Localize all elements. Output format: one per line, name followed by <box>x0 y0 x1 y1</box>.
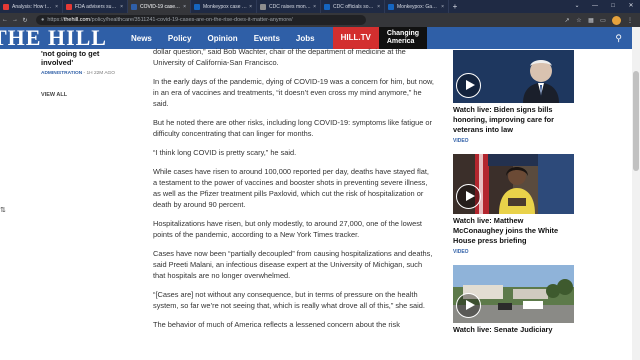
browser-tab[interactable]: CDC raises monkeypox ale× <box>257 0 321 13</box>
story-category[interactable]: ADMINISTRATION <box>41 71 82 76</box>
article-paragraph: The behavior of much of America reflects… <box>153 320 400 329</box>
tab-favicon-icon <box>260 3 266 10</box>
tab-close-icon[interactable]: × <box>247 4 252 10</box>
latest-story-meta: ADMINISTRATION - 1H 22M AGO <box>41 71 141 76</box>
article-paragraph: In the early days of the pandemic, dying… <box>153 77 434 108</box>
lock-icon: ● <box>41 17 45 23</box>
url-prefix: https:// <box>47 17 64 23</box>
nav-news[interactable]: News <box>131 34 152 43</box>
nav-jobs[interactable]: Jobs <box>296 34 315 43</box>
site-logo[interactable]: THE HILL <box>0 27 107 49</box>
share-icon[interactable]: ↗ <box>561 17 573 24</box>
new-tab-button[interactable]: + <box>449 0 461 13</box>
nav-opinion[interactable]: Opinion <box>207 34 237 43</box>
bookmark-star-icon[interactable]: ☆ <box>573 17 585 24</box>
video-tag: VIDEO <box>453 249 469 255</box>
profile-avatar[interactable] <box>612 15 621 25</box>
play-icon[interactable] <box>456 293 481 318</box>
latest-news-column: 'not going to get involved' ADMINISTRATI… <box>41 49 141 98</box>
browser-toolbar-right: ↗ ☆ ▦ ▭ ⋮ <box>561 15 640 25</box>
tab-close-icon[interactable]: × <box>375 4 380 10</box>
browser-tab[interactable]: FDA advisers support Mode× <box>63 0 128 13</box>
tab-favicon-icon <box>194 3 200 10</box>
reload-icon[interactable]: ↻ <box>20 17 30 24</box>
article-paragraph: Hospitalizations have risen, but only mo… <box>153 219 422 239</box>
tab-label: COVID-19 cases are on th <box>140 3 181 10</box>
page-scrollbar[interactable] <box>632 27 640 360</box>
article-paragraph: dollar question,” said Bob Wachter, chai… <box>153 47 406 67</box>
search-icon[interactable]: ⚲ <box>615 33 622 44</box>
video-card[interactable]: Watch live: Matthew McConaughey joins th… <box>453 154 574 255</box>
browser-tab[interactable]: COVID-19 cases are on th× <box>128 0 191 13</box>
browser-tab[interactable]: Analysis: How the defense× <box>0 0 63 13</box>
story-time: - 1H 22M AGO <box>82 71 116 76</box>
latest-story-title-line2: involved' <box>41 57 74 67</box>
video-tag: VIDEO <box>453 138 469 144</box>
site-nav: News Policy Opinion Events Jobs <box>131 34 331 43</box>
tab-label: Monkeypox case in Georgi <box>203 3 247 10</box>
scrollbar-thumb[interactable] <box>633 71 639 171</box>
tab-close-icon[interactable]: × <box>53 4 58 10</box>
tab-close-icon[interactable]: × <box>181 4 186 10</box>
video-title[interactable]: Watch live: Matthew McConaughey joins th… <box>453 216 574 246</box>
video-title[interactable]: Watch live: Senate Judiciary <box>453 325 574 335</box>
tab-favicon-icon <box>388 3 394 10</box>
minimize-icon[interactable]: — <box>586 0 604 13</box>
article-paragraph: “[Cases are] not without any consequence… <box>153 290 425 310</box>
close-window-icon[interactable]: ✕ <box>622 0 640 13</box>
menu-icon[interactable]: ⋮ <box>624 17 636 24</box>
tab-label: Monkeypox: Gay and Bisex <box>397 3 439 10</box>
back-icon[interactable]: ← <box>0 17 10 23</box>
play-icon[interactable] <box>456 73 481 98</box>
browser-tab[interactable]: Monkeypox: Gay and Bisex× <box>385 0 449 13</box>
nav-events[interactable]: Events <box>254 34 280 43</box>
forward-icon[interactable]: → <box>10 17 20 23</box>
url-host: thehill.com <box>63 17 91 23</box>
article-paragraph: “I think long COVID is pretty scary,” he… <box>153 148 297 157</box>
tab-label: FDA advisers support Mode <box>75 3 118 10</box>
article-paragraph: But he noted there are other risks, incl… <box>153 118 432 138</box>
extensions-icon[interactable]: ▦ <box>585 17 597 24</box>
tab-favicon-icon <box>131 3 137 10</box>
tab-label: CDC raises monkeypox ale <box>269 3 311 10</box>
article-body: dollar question,” said Bob Wachter, chai… <box>153 46 435 338</box>
tab-label: CDC officials sound alarm <box>333 3 375 10</box>
browser-tab-strip: Analysis: How the defense×FDA advisers s… <box>0 0 640 13</box>
video-thumbnail[interactable] <box>453 265 574 323</box>
nav-policy[interactable]: Policy <box>168 34 192 43</box>
view-all-link[interactable]: VIEW ALL <box>41 92 141 98</box>
tab-search-icon[interactable]: ⌄ <box>568 0 586 13</box>
url-path: /policy/healthcare/3511241-covid-19-case… <box>90 17 293 23</box>
window-controls: ⌄ — □ ✕ <box>568 0 640 13</box>
changing-america-line2: America <box>386 38 415 45</box>
video-thumbnail[interactable] <box>453 154 574 214</box>
article-paragraph: While cases have risen to around 100,000… <box>153 167 429 209</box>
tab-label: Analysis: How the defense <box>12 3 53 10</box>
article-paragraph: Cases have now been “partially decoupled… <box>153 249 433 280</box>
mouse-cursor-icon: ⇅ <box>0 207 6 214</box>
tab-close-icon[interactable]: × <box>439 4 444 10</box>
tab-close-icon[interactable]: × <box>311 4 316 10</box>
changing-america-line1: Changing <box>386 30 420 37</box>
video-card[interactable]: Watch live: Senate Judiciary <box>453 265 574 335</box>
video-title[interactable]: Watch live: Biden signs bills honoring, … <box>453 105 574 135</box>
video-card[interactable]: Watch live: Biden signs bills honoring, … <box>453 50 574 144</box>
video-rail: Watch live: Biden signs bills honoring, … <box>453 50 574 345</box>
sidebar-icon[interactable]: ▭ <box>597 17 609 24</box>
tab-favicon-icon <box>324 3 330 10</box>
browser-tab[interactable]: Monkeypox case in Georgi× <box>191 0 257 13</box>
latest-story-title[interactable]: 'not going to get involved' <box>41 49 141 67</box>
tab-favicon-icon <box>3 3 9 10</box>
maximize-icon[interactable]: □ <box>604 0 622 13</box>
browser-tab[interactable]: CDC officials sound alarm× <box>321 0 385 13</box>
play-icon[interactable] <box>456 184 481 209</box>
tab-favicon-icon <box>66 3 72 10</box>
tab-close-icon[interactable]: × <box>118 4 123 10</box>
video-thumbnail[interactable] <box>453 50 574 103</box>
url-input[interactable]: ● https:// thehill.com /policy/healthcar… <box>36 15 366 25</box>
